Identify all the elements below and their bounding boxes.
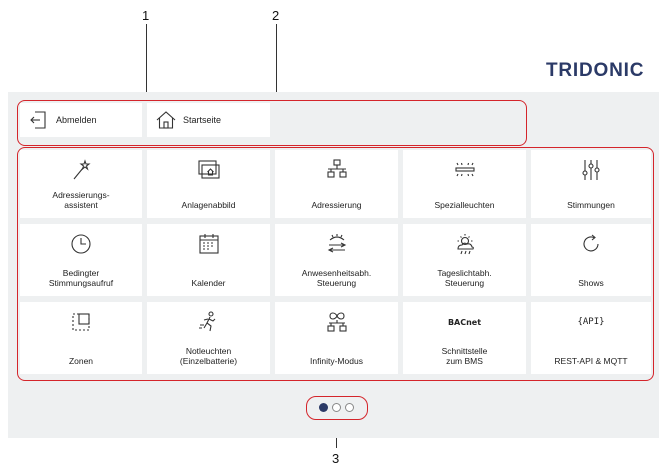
tile-label: Notleuchten (Einzelbatterie) — [179, 346, 238, 366]
tile-addressing[interactable]: Adressierung — [275, 150, 398, 218]
callout-3: 3 — [332, 451, 340, 466]
installation-image-icon — [147, 158, 270, 182]
daylight-icon — [403, 232, 526, 256]
tile-bms-interface[interactable]: BACnet Schnittstelle zum BMS — [403, 302, 526, 374]
tile-shows[interactable]: Shows — [531, 224, 651, 296]
tile-label: Adressierung — [311, 200, 362, 210]
tile-label: Spezialleuchten — [434, 200, 495, 210]
tile-conditional-mood-recall[interactable]: Bedingter Stimmungsaufruf — [20, 224, 142, 296]
tile-label: Stimmungen — [567, 200, 615, 210]
tile-label: Kalender — [191, 278, 226, 288]
tile-label: Tageslichtabh. Steuerung — [437, 268, 492, 288]
tile-label: Infinity-Modus — [310, 356, 363, 366]
tile-presence-control[interactable]: Anwesenheitsabh. Steuerung — [275, 224, 398, 296]
tile-label: Zonen — [68, 356, 94, 366]
tile-daylight-control[interactable]: Tageslichtabh. Steuerung — [403, 224, 526, 296]
sliders-icon — [531, 158, 651, 182]
infinity-network-icon — [275, 310, 398, 334]
presence-icon — [275, 232, 398, 256]
magic-wand-icon — [20, 158, 142, 182]
tile-label: Anlagenabbild — [181, 200, 236, 210]
page-dot-1-active[interactable] — [319, 403, 328, 412]
special-luminaire-icon — [403, 158, 526, 182]
tile-label: Adressierungs- assistent — [52, 190, 110, 210]
clock-icon — [20, 232, 142, 256]
tile-infinity-mode[interactable]: Infinity-Modus — [275, 302, 398, 374]
calendar-icon — [147, 232, 270, 256]
page-dot-3[interactable] — [345, 403, 354, 412]
tile-calendar[interactable]: Kalender — [147, 224, 270, 296]
tile-emergency-lights[interactable]: Notleuchten (Einzelbatterie) — [147, 302, 270, 374]
tile-installation-image[interactable]: Anlagenabbild — [147, 150, 270, 218]
bacnet-icon: BACnet — [403, 310, 526, 334]
emergency-exit-icon — [147, 310, 270, 334]
callout-frame-top-bar — [17, 100, 527, 146]
bacnet-logo-text: BACnet — [447, 317, 482, 327]
callout-1: 1 — [142, 8, 150, 23]
network-addressing-icon — [275, 158, 398, 182]
tile-moods[interactable]: Stimmungen — [531, 150, 651, 218]
tile-label: REST-API & MQTT — [554, 356, 628, 366]
zones-icon — [20, 310, 142, 334]
tile-addressing-assistant[interactable]: Adressierungs- assistent — [20, 150, 142, 218]
refresh-circle-icon — [531, 232, 651, 256]
api-icon: {API} — [531, 310, 651, 334]
tile-rest-api-mqtt[interactable]: {API} REST-API & MQTT — [531, 302, 651, 374]
tile-label: Bedingter Stimmungsaufruf — [48, 268, 114, 288]
tile-special-luminaires[interactable]: Spezialleuchten — [403, 150, 526, 218]
page-dot-2[interactable] — [332, 403, 341, 412]
tridonic-logo: TRIDONIC — [546, 60, 645, 81]
tile-label: Shows — [578, 278, 604, 288]
tile-zones[interactable]: Zonen — [20, 302, 142, 374]
api-icon-text: {API} — [577, 317, 605, 327]
callout-2: 2 — [272, 8, 280, 23]
tile-label: Anwesenheitsabh. Steuerung — [301, 268, 372, 288]
tile-label: Schnittstelle zum BMS — [441, 346, 488, 366]
callout-1-leader — [146, 24, 147, 102]
